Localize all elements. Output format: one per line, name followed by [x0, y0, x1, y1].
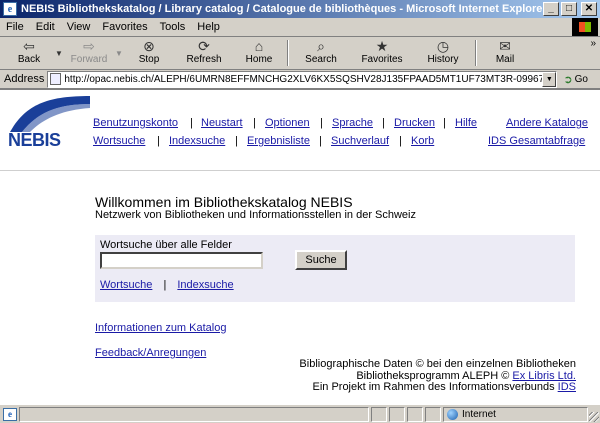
info-katalog-link[interactable]: Informationen zum Katalog — [95, 322, 226, 334]
ids-link[interactable]: IDS — [558, 381, 576, 393]
resize-grip-icon[interactable] — [589, 412, 599, 422]
nav-suchverlauf[interactable]: Suchverlauf — [331, 135, 389, 147]
toolbar-separator — [475, 40, 477, 66]
nav-neustart[interactable]: Neustart — [201, 117, 243, 129]
minimize-button[interactable]: _ — [543, 2, 559, 16]
globe-icon — [447, 408, 458, 420]
menu-favorites[interactable]: Favorites — [96, 21, 153, 33]
address-url[interactable]: http://opac.nebis.ch/ALEPH/6UMRN8EFFMNCH… — [64, 74, 546, 85]
back-button[interactable]: ⇦ Back — [4, 38, 54, 68]
status-cell — [407, 406, 423, 422]
nav-korb[interactable]: Korb — [411, 135, 434, 147]
search-mode-links: Wortsuche | Indexsuche — [100, 279, 234, 291]
nav-wortsuche[interactable]: Wortsuche — [93, 135, 145, 147]
menu-tools[interactable]: Tools — [154, 21, 192, 33]
stop-button[interactable]: ⊗ Stop — [124, 38, 174, 68]
nav-separator: | — [157, 135, 160, 147]
nebis-logo[interactable]: NEBIS — [8, 94, 92, 154]
forward-dropdown-icon[interactable]: ▼ — [114, 38, 124, 68]
nav-separator: | — [382, 117, 385, 129]
window-title: NEBIS Bibliothekskatalog / Library catal… — [21, 3, 543, 15]
home-icon: ⌂ — [254, 38, 264, 54]
nav-benutzungskonto[interactable]: Benutzungskonto — [93, 117, 178, 129]
forward-button[interactable]: ⇨ Forward — [64, 38, 114, 68]
menu-edit[interactable]: Edit — [30, 21, 61, 33]
menu-bar: File Edit View Favorites Tools Help — [0, 18, 600, 37]
ie-app-icon[interactable]: e — [3, 2, 17, 16]
nav-drucken[interactable]: Drucken — [394, 117, 435, 129]
page-subtitle: Netzwerk von Bibliotheken und Informatio… — [95, 209, 416, 221]
page-content: NEBIS Benutzungskonto | Neustart | Optio… — [0, 89, 600, 404]
back-arrow-icon: ⇦ — [23, 38, 35, 54]
favorites-button[interactable]: ★ Favorites — [350, 38, 414, 68]
toolbar-overflow-icon[interactable]: » — [590, 38, 596, 49]
nav-separator: | — [253, 117, 256, 129]
menu-view[interactable]: View — [61, 21, 97, 33]
header-divider — [0, 170, 600, 171]
favorites-icon: ★ — [375, 38, 389, 54]
nav-separator: | — [235, 135, 238, 147]
close-button[interactable]: ✕ — [581, 2, 597, 16]
title-bar: e NEBIS Bibliothekskatalog / Library cat… — [0, 0, 600, 18]
nebis-swoosh-icon — [10, 96, 90, 132]
address-dropdown-icon[interactable]: ▼ — [542, 71, 557, 87]
address-bar: Address http://opac.nebis.ch/ALEPH/6UMRN… — [0, 70, 600, 89]
link-wortsuche[interactable]: Wortsuche — [100, 279, 152, 291]
menu-file[interactable]: File — [0, 21, 30, 33]
mail-icon: ✉ — [499, 38, 511, 54]
stop-icon: ⊗ — [143, 38, 155, 54]
search-submit-button[interactable]: Suche — [295, 250, 347, 270]
footer-line-1: Bibliographische Daten © bei den einzeln… — [299, 358, 576, 370]
status-bar: e Internet — [0, 404, 600, 423]
link-indexsuche[interactable]: Indexsuche — [177, 279, 233, 291]
nav-separator: | — [190, 117, 193, 129]
mail-button[interactable]: ✉ Mail — [480, 38, 530, 68]
nav-hilfe[interactable]: Hilfe — [455, 117, 477, 129]
home-button[interactable]: ⌂ Home — [234, 38, 284, 68]
page-title: Willkommen im Bibliothekskatalog NEBIS — [95, 194, 353, 210]
forward-arrow-icon: ⇨ — [83, 38, 95, 54]
feedback-link[interactable]: Feedback/Anregungen — [95, 347, 206, 359]
windows-logo-icon — [572, 18, 598, 36]
nav-ergebnisliste[interactable]: Ergebnisliste — [247, 135, 310, 147]
nav-sprache[interactable]: Sprache — [332, 117, 373, 129]
search-label: Wortsuche über alle Felder — [100, 239, 232, 251]
status-cell — [425, 406, 441, 422]
nav-separator: | — [399, 135, 402, 147]
nav-separator: | — [443, 117, 446, 129]
toolbar: ⇦ Back ▼ ⇨ Forward ▼ ⊗ Stop ⟳ Refresh ⌂ … — [0, 38, 600, 70]
nav-ids-gesamtabfrage[interactable]: IDS Gesamtabfrage — [488, 135, 585, 147]
page-icon — [50, 73, 62, 85]
nebis-logo-text: NEBIS — [8, 130, 61, 150]
nav-indexsuche[interactable]: Indexsuche — [169, 135, 225, 147]
search-panel: Wortsuche über alle Felder Suche Wortsuc… — [95, 235, 575, 302]
search-button[interactable]: ⌕ Search — [292, 38, 350, 68]
security-zone[interactable]: Internet — [443, 406, 588, 422]
refresh-icon: ⟳ — [198, 38, 210, 54]
search-icon: ⌕ — [317, 38, 325, 54]
menu-help[interactable]: Help — [191, 21, 226, 33]
footer-line-3: Ein Projekt im Rahmen des Informationsve… — [312, 381, 576, 393]
history-icon: ◷ — [436, 38, 450, 54]
go-arrow-icon: ➲ — [563, 73, 573, 86]
address-input[interactable]: http://opac.nebis.ch/ALEPH/6UMRN8EFFMNCH… — [47, 70, 558, 88]
link-separator: | — [163, 279, 167, 291]
nav-andere-kataloge[interactable]: Andere Kataloge — [506, 117, 588, 129]
toolbar-separator — [287, 40, 289, 66]
maximize-button[interactable]: □ — [561, 2, 577, 16]
nav-separator: | — [319, 135, 322, 147]
search-input[interactable] — [100, 252, 263, 269]
address-label: Address — [4, 73, 45, 85]
status-text-panel — [19, 406, 369, 422]
history-button[interactable]: ◷ History — [414, 38, 472, 68]
status-cell — [389, 406, 405, 422]
nav-optionen[interactable]: Optionen — [265, 117, 310, 129]
nav-separator: | — [320, 117, 323, 129]
back-dropdown-icon[interactable]: ▼ — [54, 38, 64, 68]
page-status-icon: e — [3, 407, 17, 421]
status-cell — [371, 406, 387, 422]
go-button[interactable]: ➲ Go — [563, 73, 588, 86]
refresh-button[interactable]: ⟳ Refresh — [174, 38, 234, 68]
